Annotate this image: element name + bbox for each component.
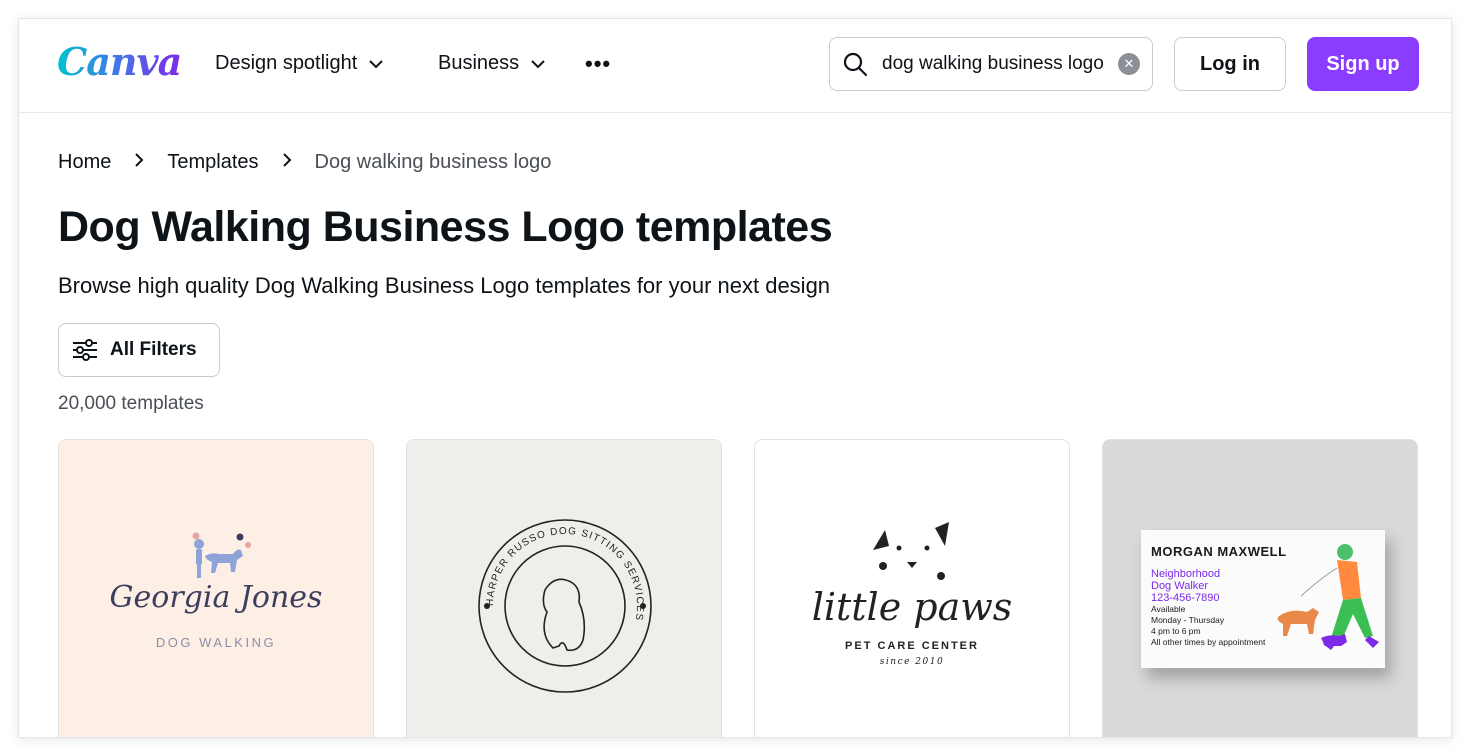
nav-design-spotlight[interactable]: Design spotlight xyxy=(215,52,385,75)
search-input[interactable]: dog walking business logo xyxy=(882,53,1108,75)
phone-line: 123-456-7890 xyxy=(1151,592,1220,604)
all-filters-label: All Filters xyxy=(110,339,197,360)
signup-button[interactable]: Sign up xyxy=(1307,37,1419,91)
dog-walker-illustration xyxy=(192,532,251,578)
logo-since: since 2010 xyxy=(879,657,945,667)
all-filters-button[interactable]: All Filters xyxy=(58,323,220,377)
page-subtitle: Browse high quality Dog Walking Business… xyxy=(58,273,831,298)
nav-business[interactable]: Business xyxy=(438,52,547,75)
hours-line: Monday - Thursday xyxy=(1151,615,1225,625)
breadcrumb-templates[interactable]: Templates xyxy=(167,151,258,174)
template-card[interactable]: Georgia Jones DOG WALKING xyxy=(58,439,374,737)
role-line: Dog Walker xyxy=(1151,580,1209,592)
browser-page: Canva Design spotlight Business ••• dog … xyxy=(18,18,1452,738)
login-button[interactable]: Log in xyxy=(1174,37,1286,91)
chevron-right-icon xyxy=(133,151,145,174)
filter-sliders-icon xyxy=(73,339,97,361)
walker-with-dogs-illustration xyxy=(1277,544,1379,650)
template-count: 20,000 templates xyxy=(58,393,204,414)
hours-line: 4 pm to 6 pm xyxy=(1151,626,1201,636)
logo-title: little paws xyxy=(811,585,1013,629)
business-card-mockup: MORGAN MAXWELL Neighborhood Dog Walker 1… xyxy=(1141,530,1385,668)
template-card[interactable]: little paws PET CARE CENTER since 2010 xyxy=(754,439,1070,737)
card-hours: Available Monday - Thursday 4 pm to 6 pm… xyxy=(1151,604,1265,648)
chevron-right-icon xyxy=(281,151,293,174)
logo-subtitle: PET CARE CENTER xyxy=(845,640,979,652)
clear-search-icon[interactable]: ✕ xyxy=(1118,53,1140,75)
card-role: Neighborhood Dog Walker 123-456-7890 xyxy=(1151,568,1220,604)
dog-face-icon xyxy=(873,522,949,580)
role-line: Neighborhood xyxy=(1151,568,1221,580)
hours-line: All other times by appointment xyxy=(1151,637,1266,647)
breadcrumb-current: Dog walking business logo xyxy=(314,151,552,173)
breadcrumb-home[interactable]: Home xyxy=(58,151,111,174)
hours-line: Available xyxy=(1151,604,1186,614)
nav-label: Business xyxy=(438,52,520,74)
page-title: Dog Walking Business Logo templates xyxy=(58,203,833,251)
nav-label: Design spotlight xyxy=(215,52,358,74)
chevron-down-icon xyxy=(531,59,545,68)
breadcrumb: Home Templates Dog walking business logo xyxy=(58,151,551,174)
logo-title: Georgia Jones xyxy=(109,580,323,615)
canva-logo[interactable]: Canva xyxy=(57,39,182,84)
chevron-down-icon xyxy=(369,59,384,68)
logo-subtitle: DOG WALKING xyxy=(155,635,277,650)
top-nav: Canva Design spotlight Business ••• dog … xyxy=(19,19,1451,113)
template-card[interactable]: HARPER RUSSO DOG SITTING SERVICES xyxy=(406,439,722,737)
search-icon xyxy=(843,52,868,77)
template-card[interactable]: MORGAN MAXWELL Neighborhood Dog Walker 1… xyxy=(1102,439,1418,737)
more-menu-icon[interactable]: ••• xyxy=(585,51,611,77)
dog-sitting-badge: HARPER RUSSO DOG SITTING SERVICES xyxy=(478,519,652,693)
search-field[interactable]: dog walking business logo ✕ xyxy=(829,37,1153,91)
